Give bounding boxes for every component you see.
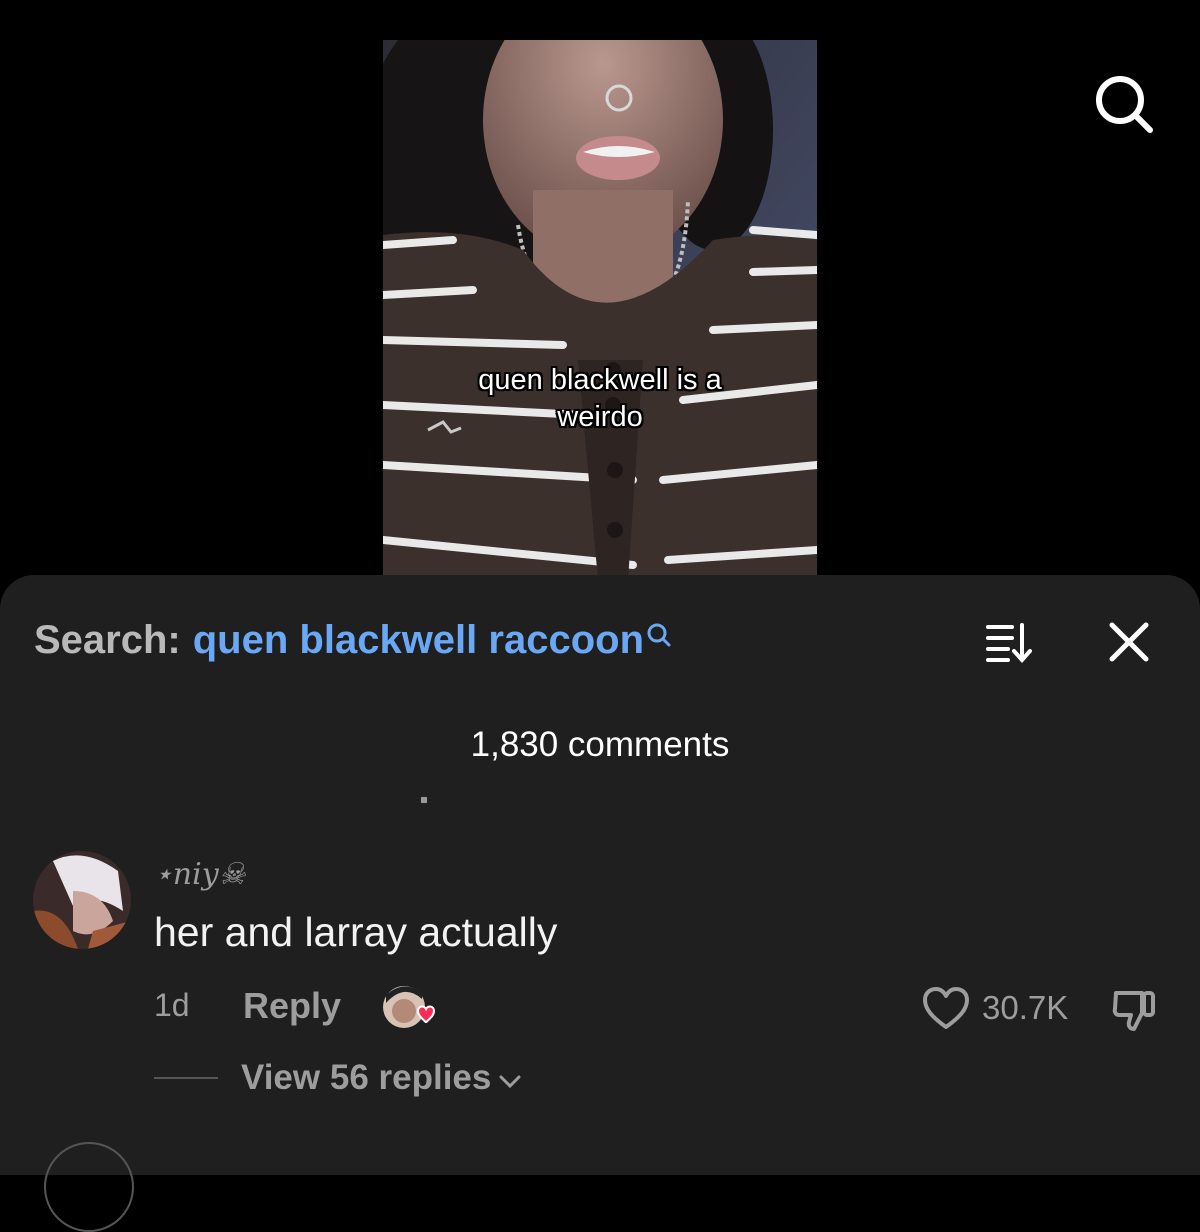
search-suggestion[interactable]: Search: quen blackwell raccoon xyxy=(34,618,672,663)
comment-text: her and larray actually xyxy=(154,909,558,955)
view-replies-button[interactable]: View 56 replies xyxy=(241,1058,521,1098)
search-icon[interactable] xyxy=(1092,72,1156,136)
comment-username[interactable]: ⋆niy☠ xyxy=(154,857,246,892)
thumbs-down-icon[interactable] xyxy=(1110,987,1158,1033)
next-comment-avatar[interactable] xyxy=(44,1142,134,1232)
loading-dot xyxy=(421,797,427,803)
video-caption: quen blackwell is a weirdo xyxy=(383,362,817,436)
sort-icon[interactable] xyxy=(984,619,1036,665)
video-player[interactable]: quen blackwell is a weirdo xyxy=(383,40,817,580)
search-small-icon xyxy=(646,616,672,661)
chevron-down-icon xyxy=(499,1058,521,1098)
replies-divider xyxy=(154,1077,218,1079)
comment-time: 1d xyxy=(154,987,190,1023)
reply-button[interactable]: Reply xyxy=(243,985,341,1027)
video-frame xyxy=(383,40,817,580)
view-replies-label: View 56 replies xyxy=(241,1058,492,1097)
comments-sheet: Search: quen blackwell raccoon 1,830 com… xyxy=(0,575,1200,1232)
close-icon[interactable] xyxy=(1106,619,1152,665)
like-count: 30.7K xyxy=(982,989,1069,1026)
caption-line-1: quen blackwell is a xyxy=(478,364,722,396)
caption-line-2: weirdo xyxy=(557,401,643,433)
search-query-link[interactable]: quen blackwell raccoon xyxy=(193,618,644,663)
heart-outline-icon[interactable] xyxy=(922,987,970,1031)
comment-count: 1,830 comments xyxy=(470,725,730,764)
avatar[interactable] xyxy=(33,851,131,949)
creator-liked-heart-icon xyxy=(382,985,438,1035)
search-prefix: Search: xyxy=(34,618,181,662)
